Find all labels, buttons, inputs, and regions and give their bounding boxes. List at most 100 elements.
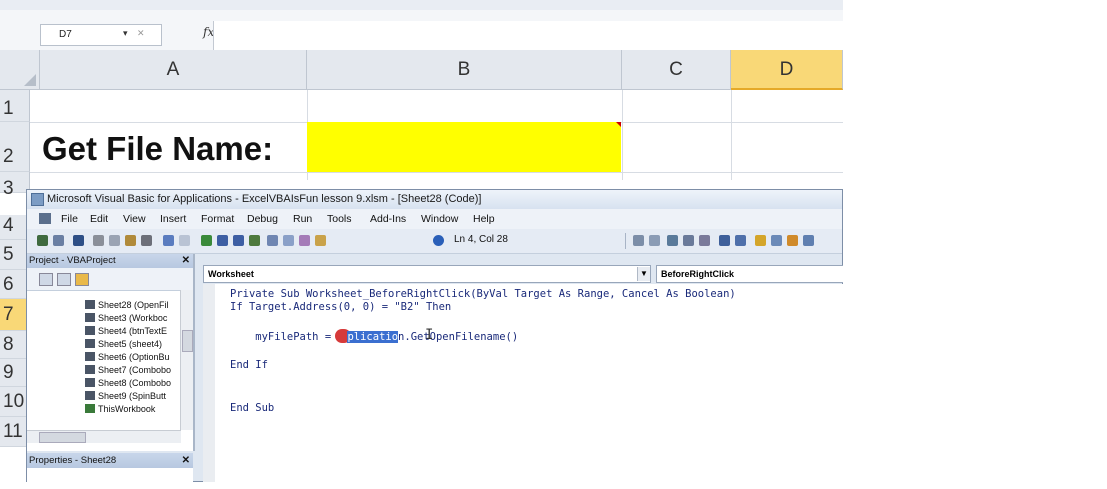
code-text: n.GetOpenFilename() [398, 331, 519, 343]
code-line[interactable]: Private Sub Worksheet_BeforeRightClick(B… [230, 288, 736, 300]
sheet-icon [85, 339, 95, 348]
find-icon[interactable] [141, 235, 152, 246]
cell-b2[interactable] [307, 122, 621, 172]
toggle-breakpoint-icon[interactable] [667, 235, 678, 246]
tree-item[interactable]: Sheet4 (btnTextE [85, 326, 167, 339]
menu-add-ins[interactable]: Add-Ins [370, 209, 406, 229]
menu-file[interactable]: File [61, 209, 78, 229]
parameter-info-icon[interactable] [787, 235, 798, 246]
sheet-icon [85, 352, 95, 361]
scroll-thumb[interactable] [182, 330, 193, 352]
close-icon[interactable]: ✕ [182, 254, 190, 268]
view-code-icon[interactable] [39, 273, 53, 286]
code-line[interactable]: If Target.Address(0, 0) = "B2" Then [230, 301, 451, 313]
window-title-bar[interactable]: Microsoft Visual Basic for Applications … [27, 190, 842, 209]
column-header-a[interactable]: A [40, 50, 307, 90]
break-icon[interactable] [217, 235, 228, 246]
row-header-1[interactable]: 1 [0, 90, 30, 122]
column-header-d[interactable]: D [731, 50, 843, 90]
complete-word-icon[interactable] [803, 235, 814, 246]
cancel-icon[interactable]: ✕ [137, 28, 145, 39]
code-line[interactable]: End If [230, 359, 268, 371]
tree-item[interactable]: Sheet5 (sheet4) [85, 339, 162, 352]
toggle-bookmark-icon[interactable] [719, 235, 730, 246]
tree-item[interactable]: Sheet28 (OpenFil [85, 300, 169, 313]
comment-block-icon[interactable] [683, 235, 694, 246]
object-browser-icon[interactable] [299, 235, 310, 246]
menu-view[interactable]: View [123, 209, 146, 229]
select-all-button[interactable] [0, 50, 40, 90]
row-header-2[interactable]: 2 [0, 122, 30, 172]
menu-insert[interactable]: Insert [160, 209, 186, 229]
scroll-thumb[interactable] [39, 432, 86, 443]
outdent-icon[interactable] [649, 235, 660, 246]
reset-icon[interactable] [233, 235, 244, 246]
menu-debug[interactable]: Debug [247, 209, 278, 229]
project-explorer-icon[interactable] [267, 235, 278, 246]
quick-info-icon[interactable] [755, 235, 766, 246]
project-explorer: Project - VBAProject ✕ Sheet28 (OpenFil … [27, 254, 195, 451]
cell-a2-text[interactable]: Get File Name: [42, 130, 273, 168]
help-icon[interactable] [433, 235, 444, 246]
code-editor[interactable]: Private Sub Worksheet_BeforeRightClick(B… [203, 284, 843, 482]
close-icon[interactable]: ✕ [182, 453, 190, 468]
insert-module-icon[interactable] [53, 235, 64, 246]
copy-icon[interactable] [109, 235, 120, 246]
view-excel-icon[interactable] [37, 235, 48, 246]
run-icon[interactable] [201, 235, 212, 246]
next-bookmark-icon[interactable] [735, 235, 746, 246]
tree-item-label: Sheet3 (Workboc [98, 313, 168, 323]
sheet-icon [85, 300, 95, 309]
object-dropdown-value: Worksheet [208, 269, 254, 279]
toolbar-separator [625, 233, 626, 249]
name-box[interactable]: D7 ▾ ✕ [40, 24, 162, 46]
list-constants-icon[interactable] [771, 235, 782, 246]
vertical-scrollbar[interactable] [180, 290, 193, 430]
vba-menu-icon[interactable] [39, 213, 51, 224]
tree-item[interactable]: Sheet7 (Combobo [85, 365, 171, 378]
code-line[interactable]: End Sub [230, 402, 274, 414]
chevron-down-icon[interactable]: ▾ [123, 28, 128, 39]
properties-window-icon[interactable] [283, 235, 294, 246]
view-object-icon[interactable] [57, 273, 71, 286]
paste-icon[interactable] [125, 235, 136, 246]
tree-item[interactable]: Sheet8 (Combobo [85, 378, 171, 391]
tree-item[interactable]: ThisWorkbook [85, 404, 155, 417]
sheet-icon [85, 313, 95, 322]
menu-window[interactable]: Window [421, 209, 458, 229]
chevron-down-icon[interactable]: ▼ [637, 267, 650, 281]
gridline [622, 90, 623, 180]
tree-item[interactable]: Sheet9 (SpinButt [85, 391, 166, 404]
tree-item[interactable]: Sheet6 (OptionBu [85, 352, 170, 365]
cut-icon[interactable] [93, 235, 104, 246]
object-dropdown[interactable]: Worksheet ▼ [203, 265, 651, 283]
menu-help[interactable]: Help [473, 209, 495, 229]
menu-bar: File Edit View Insert Format Debug Run T… [27, 209, 842, 229]
properties-window [27, 468, 193, 482]
toolbox-icon[interactable] [315, 235, 326, 246]
properties-title: Properties - Sheet28 [29, 455, 117, 466]
horizontal-scrollbar[interactable] [27, 430, 181, 443]
column-header-b[interactable]: B [307, 50, 622, 90]
procedure-dropdown[interactable]: BeforeRightClick [656, 265, 843, 283]
code-line[interactable]: myFilePath = plication.GetOpenFilename() [230, 329, 518, 343]
text-cursor-icon: I [425, 327, 434, 343]
save-icon[interactable] [73, 235, 84, 246]
screen: D7 ▾ ✕ fx A B C D Get File Name: 1 2 3 4… [0, 0, 843, 482]
menu-format[interactable]: Format [201, 209, 234, 229]
menu-tools[interactable]: Tools [327, 209, 352, 229]
menu-run[interactable]: Run [293, 209, 312, 229]
toggle-folders-icon[interactable] [75, 273, 89, 286]
undo-icon[interactable] [163, 235, 174, 246]
window-title: Microsoft Visual Basic for Applications … [47, 193, 482, 205]
menu-edit[interactable]: Edit [90, 209, 108, 229]
uncomment-block-icon[interactable] [699, 235, 710, 246]
redo-icon[interactable] [179, 235, 190, 246]
code-dropdowns: Worksheet ▼ BeforeRightClick [203, 265, 843, 283]
column-header-c[interactable]: C [622, 50, 731, 90]
indent-icon[interactable] [633, 235, 644, 246]
tree-item-label: ThisWorkbook [98, 404, 156, 414]
design-mode-icon[interactable] [249, 235, 260, 246]
tree-item[interactable]: Sheet3 (Workboc [85, 313, 167, 326]
selected-text[interactable]: plicatio [347, 331, 399, 343]
